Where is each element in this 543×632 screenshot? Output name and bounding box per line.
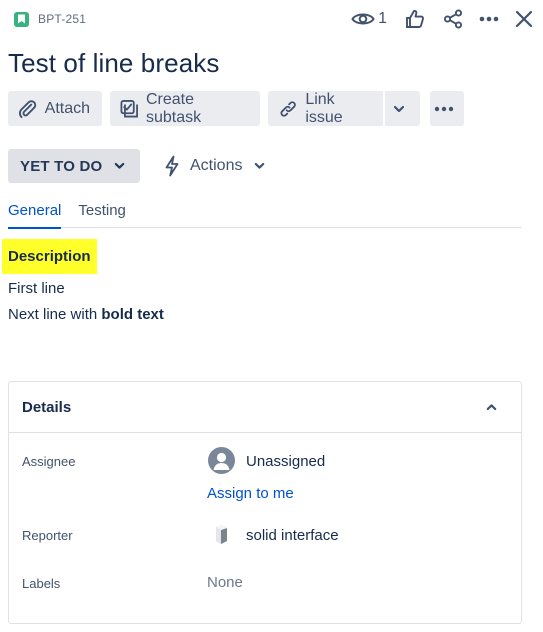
- link-issue-button[interactable]: Link issue: [268, 91, 383, 126]
- issue-toolbar: Attach Create subtask Link issue: [8, 91, 464, 126]
- more-icon: [434, 106, 453, 111]
- link-issue-label: Link issue: [305, 90, 343, 126]
- lightning-icon: [165, 155, 179, 177]
- assign-to-me-link[interactable]: Assign to me: [207, 485, 294, 502]
- subtask-icon: [120, 99, 138, 117]
- assignee-value[interactable]: Unassigned: [246, 453, 325, 470]
- story-bookmark-icon[interactable]: [14, 11, 29, 27]
- more-toolbar-button[interactable]: [430, 91, 464, 126]
- like-button[interactable]: [405, 6, 425, 32]
- chevron-down-icon: [255, 162, 265, 169]
- paperclip-icon: [18, 99, 37, 118]
- reporter-avatar: [208, 521, 235, 548]
- description-line-1[interactable]: First line: [8, 280, 65, 297]
- chevron-up-icon[interactable]: [486, 403, 497, 411]
- issue-tabs: General Testing: [8, 200, 522, 229]
- actions-label: Actions: [190, 157, 243, 174]
- issue-key-link[interactable]: BPT-251: [38, 12, 86, 26]
- assignee-avatar: [208, 447, 235, 474]
- status-label: YET TO DO: [20, 157, 103, 175]
- thumbs-up-icon: [406, 9, 424, 28]
- labels-value[interactable]: None: [207, 574, 243, 591]
- attach-button[interactable]: Attach: [8, 91, 102, 126]
- more-actions-button[interactable]: [479, 6, 499, 32]
- description-line-2[interactable]: Next line with bold text: [8, 306, 164, 323]
- link-issue-dropdown-button[interactable]: [385, 91, 420, 126]
- eye-icon: [351, 13, 375, 25]
- issue-title[interactable]: Test of line breaks: [8, 48, 219, 79]
- share-button[interactable]: [443, 6, 463, 32]
- description-line-2-text: Next line with: [8, 306, 102, 323]
- reporter-value[interactable]: solid interface: [246, 527, 339, 544]
- reporter-label: Reporter: [22, 528, 73, 543]
- description-heading: Description: [2, 239, 97, 274]
- create-subtask-button[interactable]: Create subtask: [110, 91, 260, 126]
- cube-avatar-icon: [216, 525, 227, 544]
- tab-testing[interactable]: Testing: [78, 200, 126, 228]
- watch-count: 1: [378, 10, 387, 27]
- issue-header-bar: BPT-251 1: [8, 6, 533, 32]
- labels-label: Labels: [22, 576, 61, 591]
- watch-button[interactable]: 1: [351, 6, 405, 32]
- details-panel: Details Assignee Unassigned Assign to me…: [8, 381, 522, 624]
- status-row: YET TO DO Actions: [8, 149, 265, 183]
- tab-general[interactable]: General: [8, 200, 62, 229]
- description-bold-text: bold text: [101, 306, 164, 323]
- details-header[interactable]: Details: [9, 382, 521, 433]
- header-actions: 1: [351, 6, 533, 32]
- attach-label: Attach: [44, 99, 90, 117]
- close-icon: [515, 10, 533, 28]
- share-icon: [443, 9, 463, 29]
- close-button[interactable]: [515, 6, 533, 32]
- actions-dropdown[interactable]: Actions: [164, 155, 265, 177]
- details-heading: Details: [22, 398, 72, 416]
- create-subtask-label: Create subtask: [145, 90, 202, 126]
- link-icon: [280, 100, 296, 117]
- chevron-down-icon: [393, 105, 405, 112]
- assignee-label: Assignee: [22, 454, 76, 469]
- chevron-down-icon: [115, 162, 125, 169]
- user-icon: [213, 452, 230, 470]
- status-dropdown[interactable]: YET TO DO: [8, 149, 140, 183]
- more-icon: [479, 16, 499, 22]
